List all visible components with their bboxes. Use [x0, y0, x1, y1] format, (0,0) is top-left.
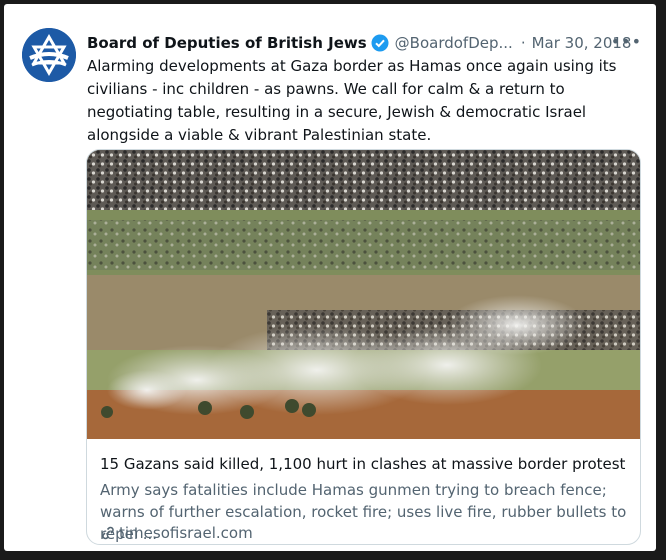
- handle[interactable]: @BoardofDep...: [395, 34, 513, 52]
- star-of-david-logo: [22, 28, 76, 82]
- tweet-text: Alarming developments at Gaza border as …: [87, 57, 617, 144]
- card-title[interactable]: 15 Gazans said killed, 1,100 hurt in cla…: [100, 455, 628, 473]
- card-domain[interactable]: timesofisrael.com: [100, 524, 253, 542]
- separator: ·: [520, 34, 526, 52]
- tweet-header: Board of Deputies of British Jews @Board…: [87, 32, 642, 54]
- verified-badge-icon: [371, 34, 389, 52]
- link-icon: [102, 526, 114, 540]
- more-options-icon[interactable]: •••: [611, 32, 642, 51]
- avatar[interactable]: [22, 28, 76, 82]
- display-name[interactable]: Board of Deputies of British Jews: [87, 34, 367, 52]
- card-domain-label: timesofisrael.com: [119, 524, 253, 542]
- link-card[interactable]: 15 Gazans said killed, 1,100 hurt in cla…: [86, 149, 641, 545]
- tweet-frame: Board of Deputies of British Jews @Board…: [4, 4, 656, 551]
- card-photo: [87, 150, 640, 439]
